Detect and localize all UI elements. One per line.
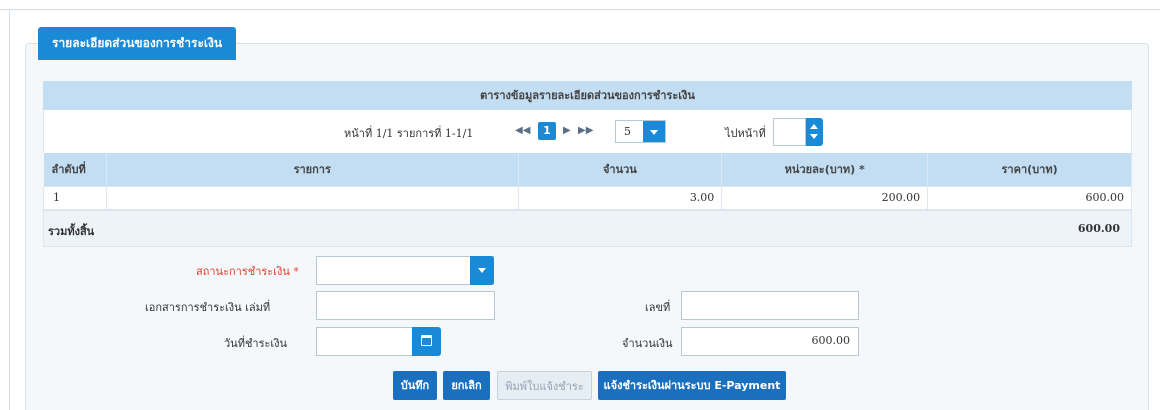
- top-divider: [0, 9, 1160, 10]
- cell-unit-price: 200.00: [721, 185, 929, 210]
- first-page-icon[interactable]: ◀◀: [515, 125, 530, 136]
- left-divider: [9, 9, 10, 410]
- doc-no-label: เลขที่: [645, 301, 671, 314]
- col-header[interactable]: หน่วยละ(บาท) *: [721, 153, 929, 186]
- payment-status-select[interactable]: [316, 256, 494, 285]
- cell-price: 600.00: [927, 185, 1132, 210]
- total-label: รวมทั้งสิ้น: [48, 224, 95, 238]
- total-row: รวมทั้งสิ้น 600.00: [43, 209, 1132, 247]
- col-header[interactable]: ราคา(บาท): [927, 153, 1132, 186]
- doc-book-input[interactable]: [316, 291, 495, 320]
- epayment-button[interactable]: แจ้งชำระเงินผ่านระบบ E-Payment: [598, 371, 786, 400]
- save-button[interactable]: บันทึก: [393, 371, 437, 400]
- grid-title: ตารางข้อมูลรายละเอียดส่วนของการชำระเงิน: [43, 81, 1132, 110]
- cell-qty: 3.00: [517, 185, 723, 210]
- doc-book-label: เอกสารการชำระเงิน เล่มที่: [145, 301, 271, 314]
- pay-date-input[interactable]: [316, 327, 441, 356]
- payment-detail-grid: ตารางข้อมูลรายละเอียดส่วนของการชำระเงิน …: [43, 81, 1132, 247]
- amount-value: 600.00: [811, 334, 851, 347]
- doc-no-input[interactable]: [681, 291, 859, 320]
- next-page-icon[interactable]: ▶: [563, 125, 571, 136]
- calendar-icon: [421, 335, 432, 346]
- goto-page-input[interactable]: [773, 118, 806, 146]
- required-mark: *: [293, 265, 299, 278]
- amount-input[interactable]: 600.00: [681, 327, 859, 356]
- current-page-button[interactable]: 1: [538, 122, 556, 140]
- pay-date-label: วันที่ชำระเงิน: [224, 337, 288, 350]
- calendar-button[interactable]: [412, 327, 441, 356]
- print-notice-button[interactable]: พิมพ์ใบแจ้งชำระ: [497, 371, 592, 400]
- pager: หน้าที่ 1/1 รายการที่ 1-1/1 ◀◀ 1 ▶ ▶▶ 5 …: [43, 110, 1132, 153]
- table-row[interactable]: 1 3.00 200.00 600.00: [43, 185, 1132, 210]
- col-header[interactable]: จำนวน: [518, 153, 723, 186]
- total-value: 600.00: [1077, 221, 1120, 235]
- payment-status-label: สถานะการชำระเงิน *: [196, 262, 299, 280]
- page-size-select[interactable]: 5: [615, 120, 666, 143]
- cell-item: [105, 185, 519, 210]
- col-header[interactable]: ลำดับที่: [43, 153, 107, 186]
- spinner-icon[interactable]: [806, 118, 823, 146]
- goto-page-label: ไปหน้าที่: [725, 127, 766, 140]
- chevron-down-icon[interactable]: [470, 256, 494, 285]
- payment-status-label-text: สถานะการชำระเงิน: [196, 265, 290, 278]
- cancel-button[interactable]: ยกเลิก: [443, 371, 490, 400]
- payment-table: ลำดับที่ รายการ จำนวน หน่วยละ(บาท) * ราค…: [43, 153, 1132, 210]
- amount-label: จำนวนเงิน: [622, 337, 673, 350]
- page-size-value: 5: [624, 125, 631, 138]
- table-header-row: ลำดับที่ รายการ จำนวน หน่วยละ(บาท) * ราค…: [43, 153, 1132, 186]
- last-page-icon[interactable]: ▶▶: [578, 125, 593, 136]
- col-header[interactable]: รายการ: [106, 153, 519, 186]
- section-tab-payment-detail[interactable]: รายละเอียดส่วนของการชำระเงิน: [38, 27, 237, 60]
- cell-no: 1: [43, 185, 107, 210]
- chevron-down-icon[interactable]: [643, 121, 665, 142]
- pager-info: หน้าที่ 1/1 รายการที่ 1-1/1: [344, 127, 474, 140]
